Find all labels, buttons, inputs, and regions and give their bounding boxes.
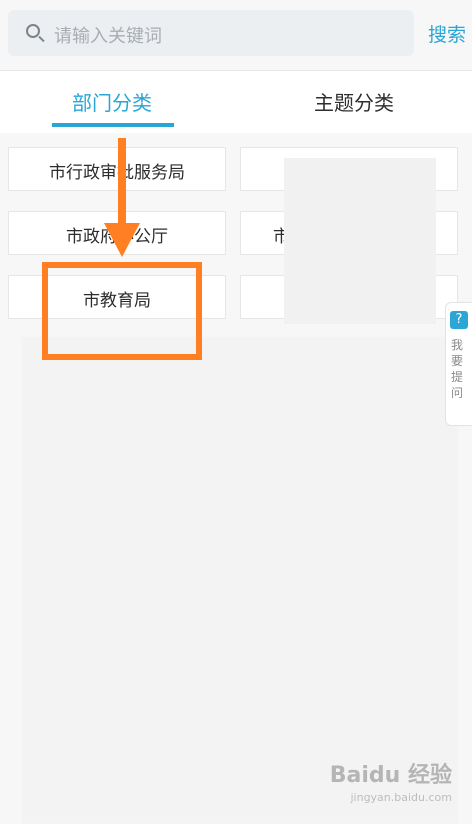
tab-department[interactable]: 部门分类 bbox=[72, 87, 152, 116]
blurred-region bbox=[284, 158, 436, 324]
search-placeholder: 请输入关键词 bbox=[54, 26, 162, 47]
category-tabs: 部门分类 主题分类 bbox=[0, 70, 472, 134]
blurred-region bbox=[22, 337, 458, 824]
question-icon: ? bbox=[450, 311, 468, 329]
active-tab-indicator bbox=[52, 123, 174, 127]
watermark-url: jingyan.baidu.com bbox=[350, 791, 452, 804]
search-input[interactable]: 请输入关键词 bbox=[8, 10, 414, 56]
department-label: 市行政审批服务局 bbox=[49, 163, 185, 183]
help-tab[interactable]: ? 我要提问 bbox=[445, 302, 472, 426]
arrow-annotation-head bbox=[104, 223, 140, 257]
tab-theme[interactable]: 主题分类 bbox=[314, 87, 394, 116]
highlight-box bbox=[42, 262, 202, 360]
watermark-brand: Baidu 经验 bbox=[329, 763, 452, 788]
arrow-annotation bbox=[118, 138, 126, 228]
search-icon bbox=[26, 24, 40, 38]
watermark: Baidu 经验 jingyan.baidu.com bbox=[330, 757, 452, 804]
help-text: 我要提问 bbox=[451, 338, 464, 400]
top-bar: 请输入关键词 搜索 bbox=[0, 0, 472, 70]
department-cell[interactable]: 市行政审批服务局 bbox=[8, 147, 226, 191]
search-button[interactable]: 搜索 bbox=[428, 20, 466, 47]
